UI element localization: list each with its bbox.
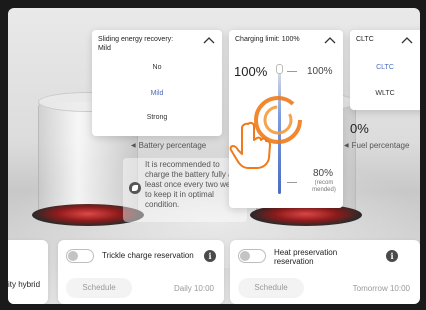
heat-preservation-card: Heat preservation reservation i Schedule… (230, 240, 420, 304)
app-screen: 0% ◀ Battery percentage It is recommende… (8, 8, 420, 304)
heat-preservation-title: Heat preservation reservation (274, 248, 338, 266)
slider-handle[interactable] (276, 64, 283, 74)
triangle-left-icon: ◀ (344, 143, 349, 149)
fuel-percentage-label: ◀ Fuel percentage (344, 141, 410, 150)
trickle-charge-card: Trickle charge reservation i Schedule Da… (58, 240, 224, 304)
slider-tick-bottom (287, 182, 297, 183)
mode-card-label: ity hybrid (8, 280, 41, 289)
cycle-standard-title: CLTC (356, 36, 374, 43)
heat-schedule-button[interactable]: Schedule (238, 278, 304, 298)
chevron-up-icon[interactable] (400, 35, 414, 45)
charging-limit-recommended: (recom mended) (312, 180, 336, 193)
mode-card[interactable]: ity hybrid (8, 240, 48, 304)
energy-option-strong[interactable]: Strong (92, 114, 222, 121)
charging-limit-title: Charging limit: 100% (235, 36, 300, 43)
charging-limit-top-mark: 100% (307, 66, 333, 77)
battery-percentage-label: ◀ Battery percentage (131, 141, 207, 150)
pointing-hand-icon (229, 121, 271, 169)
charging-limit-header[interactable]: Charging limit: 100% (235, 35, 337, 45)
energy-recovery-header[interactable]: Sliding energy recovery: Mild (98, 35, 216, 53)
cycle-standard-header[interactable]: CLTC (356, 35, 420, 45)
trickle-schedule-time: Daily 10:00 (173, 284, 214, 293)
fuel-percentage-value: 0% (350, 121, 369, 136)
energy-option-mild[interactable]: Mild (92, 90, 222, 97)
info-icon[interactable]: i (386, 250, 398, 262)
heat-preservation-toggle[interactable] (238, 249, 266, 263)
charging-limit-big-value: 100% (234, 64, 268, 79)
energy-recovery-title: Sliding energy recovery: (98, 36, 174, 43)
leaf-circle-icon (129, 182, 141, 194)
cycle-standard-dropdown: CLTC CLTC WLTC (350, 30, 420, 110)
slider-tick-top (287, 71, 297, 72)
trickle-charge-toggle[interactable] (66, 249, 94, 263)
cycle-option-wltc[interactable]: WLTC (350, 90, 420, 97)
info-icon[interactable]: i (204, 250, 216, 262)
charging-limit-bottom-mark: 80% (313, 168, 334, 179)
cycle-option-cltc[interactable]: CLTC (350, 64, 420, 71)
chevron-up-icon[interactable] (202, 35, 216, 45)
heat-schedule-time: Tomorrow 10:00 (352, 284, 410, 293)
chevron-up-icon[interactable] (323, 35, 337, 45)
energy-recovery-dropdown: Sliding energy recovery: Mild No Mild St… (92, 30, 222, 136)
triangle-left-icon: ◀ (131, 143, 136, 149)
trickle-schedule-button[interactable]: Schedule (66, 278, 132, 298)
energy-option-no[interactable]: No (92, 64, 222, 71)
trickle-charge-title: Trickle charge reservation (102, 251, 194, 260)
energy-recovery-current: Mild (98, 45, 111, 52)
